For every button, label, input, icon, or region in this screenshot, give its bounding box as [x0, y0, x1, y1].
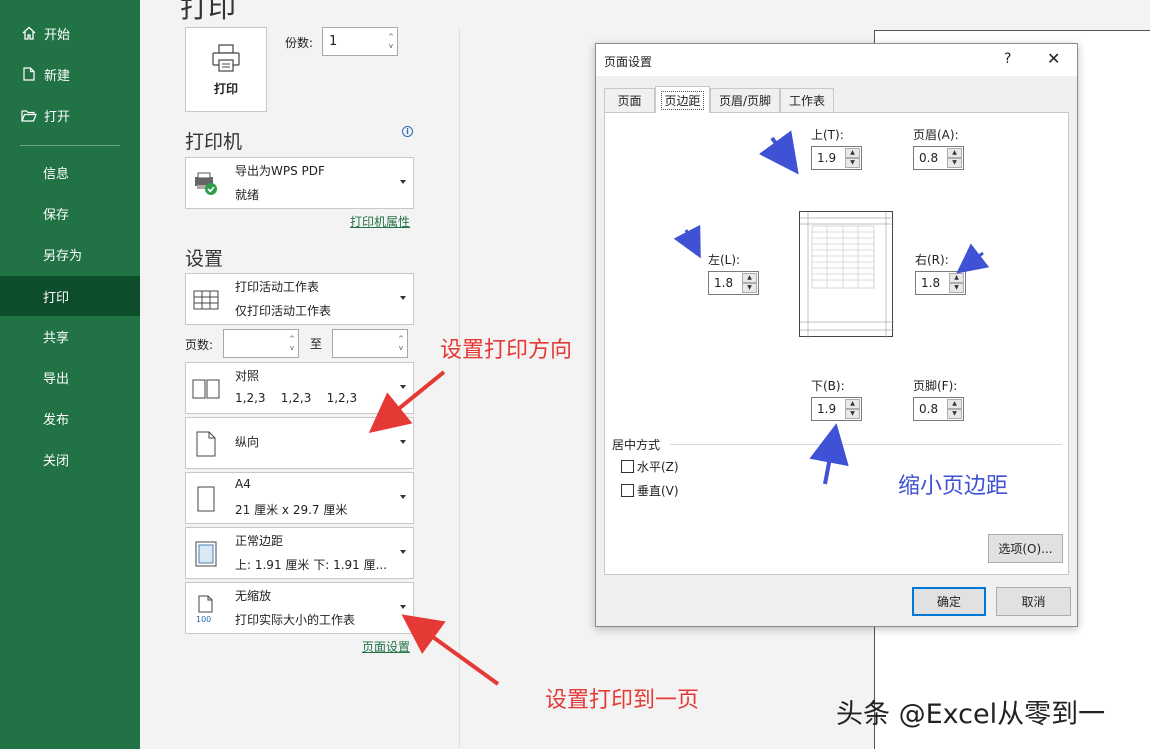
- left-margin-arrow: [673, 224, 701, 259]
- tab-margins[interactable]: 页边距: [655, 86, 710, 113]
- top-margin-arrow: [758, 130, 799, 175]
- tab-label: 页边距: [661, 90, 704, 110]
- bottom-margin-arrow: [809, 423, 849, 485]
- watermark-text: 头条 @Excel从零到一: [836, 699, 1106, 730]
- blue-annotation-arrows: [673, 130, 990, 485]
- right-margin-arrow: [956, 243, 990, 274]
- excel-backstage-print: 开始 新建 打开 信息 保存 另存为 打印 共享 导出 发布 关闭 打印 打印 …: [0, 0, 1150, 749]
